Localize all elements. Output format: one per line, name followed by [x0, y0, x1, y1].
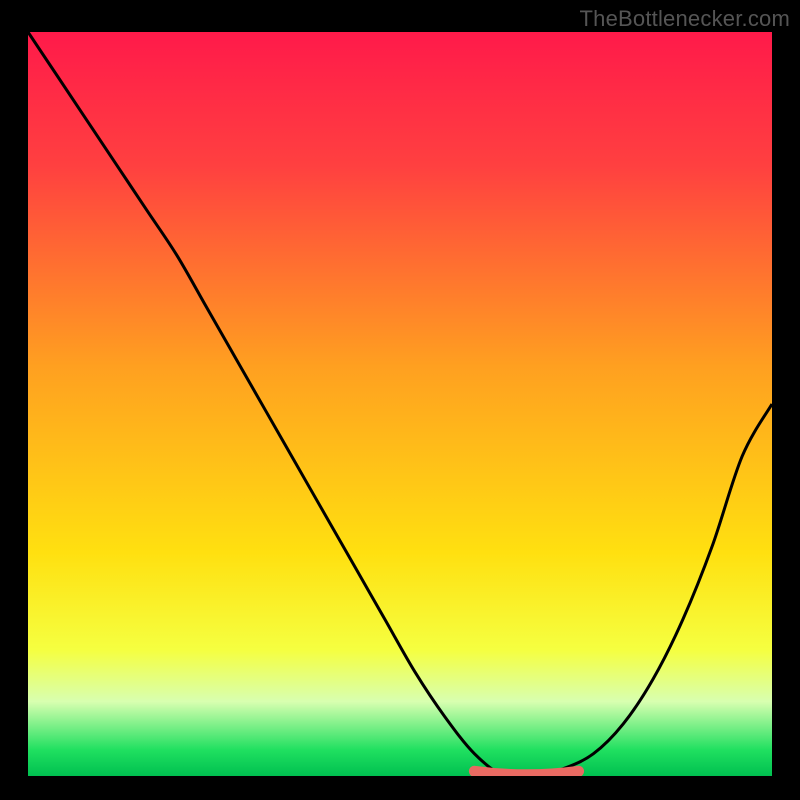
chart-frame [28, 32, 772, 776]
optimal-range-marker [474, 771, 578, 775]
bottleneck-chart [28, 32, 772, 776]
attribution-text: TheBottlenecker.com [580, 6, 790, 32]
